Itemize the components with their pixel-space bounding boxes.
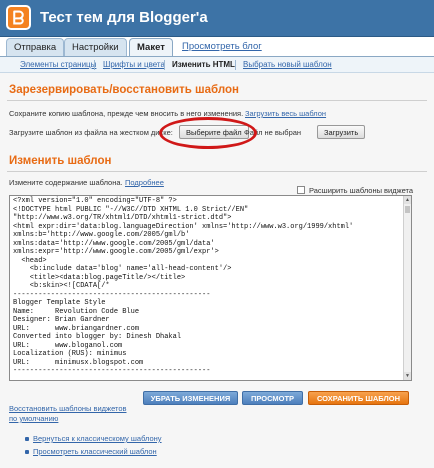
highlight-circle xyxy=(159,117,257,149)
template-code[interactable]: <?xml version="1.0" encoding="UTF-8" ?> … xyxy=(13,197,353,376)
preview-button[interactable]: ПРОСМОТР xyxy=(242,391,303,405)
tab-settings[interactable]: Настройки xyxy=(64,38,127,56)
scroll-down-icon[interactable]: ▼ xyxy=(404,372,411,380)
bullet-icon xyxy=(25,437,29,441)
subnav-divider xyxy=(94,60,95,70)
bullet-icon xyxy=(25,450,29,454)
tab-layout[interactable]: Макет xyxy=(129,38,173,57)
blogger-b-icon xyxy=(13,10,24,25)
subnav-divider xyxy=(164,60,165,70)
main-tabs: Отправка Настройки Макет Просмотреть бло… xyxy=(0,37,434,57)
blog-title: Тест тем для Blogger'а xyxy=(40,9,208,26)
subnav-divider xyxy=(235,60,236,70)
backup-section-title: Зарезервировать/восстановить шаблон xyxy=(9,84,239,96)
revert-classic-link[interactable]: Вернуться к классическому шаблону xyxy=(33,434,162,443)
upload-button[interactable]: Загрузить xyxy=(317,125,366,139)
blog-header: Тест тем для Blogger'а xyxy=(0,0,434,37)
section-divider xyxy=(7,171,427,172)
editor-scrollbar[interactable]: ▲ ▼ xyxy=(403,196,411,380)
subnav-fonts-colors[interactable]: Шрифты и цвета xyxy=(103,60,165,69)
scrollbar-thumb[interactable] xyxy=(405,206,410,213)
restore-widgets-link[interactable]: Восстановить шаблоны виджетов xyxy=(9,404,127,413)
section-divider xyxy=(7,100,427,101)
subnav-pick-template[interactable]: Выбрать новый шаблон xyxy=(243,60,332,69)
edit-section-title: Изменить шаблон xyxy=(9,155,112,167)
blogger-logo-icon[interactable] xyxy=(6,5,31,30)
clear-edits-button[interactable]: УБРАТЬ ИЗМЕНЕНИЯ xyxy=(143,391,238,405)
template-code-editor[interactable]: <?xml version="1.0" encoding="UTF-8" ?> … xyxy=(9,195,412,381)
subnav-edit-html[interactable]: Изменить HTML xyxy=(172,60,235,69)
save-template-button[interactable]: СОХРАНИТЬ ШАБЛОН xyxy=(308,391,409,405)
more-info-link[interactable]: Подробнее xyxy=(125,178,164,187)
edit-description: Измените содержание шаблона. xyxy=(9,178,123,187)
subnav-page-elements[interactable]: Элементы страницы xyxy=(20,60,96,69)
view-blog-link[interactable]: Просмотреть блог xyxy=(182,41,262,52)
restore-widgets-link-line2[interactable]: по умолчанию xyxy=(9,414,58,423)
scroll-up-icon[interactable]: ▲ xyxy=(404,196,411,204)
download-template-link[interactable]: Загрузить весь шаблон xyxy=(245,109,326,118)
upload-instructions: Загрузите шаблон из файла на жестком дис… xyxy=(9,128,173,137)
expand-widgets-checkbox[interactable] xyxy=(297,186,305,194)
tab-posting[interactable]: Отправка xyxy=(6,38,65,56)
preview-classic-link[interactable]: Просмотреть классический шаблон xyxy=(33,447,157,456)
expand-widgets-label: Расширить шаблоны виджета xyxy=(309,186,414,195)
layout-subnav: Элементы страницы Шрифты и цвета Изменит… xyxy=(0,56,434,73)
